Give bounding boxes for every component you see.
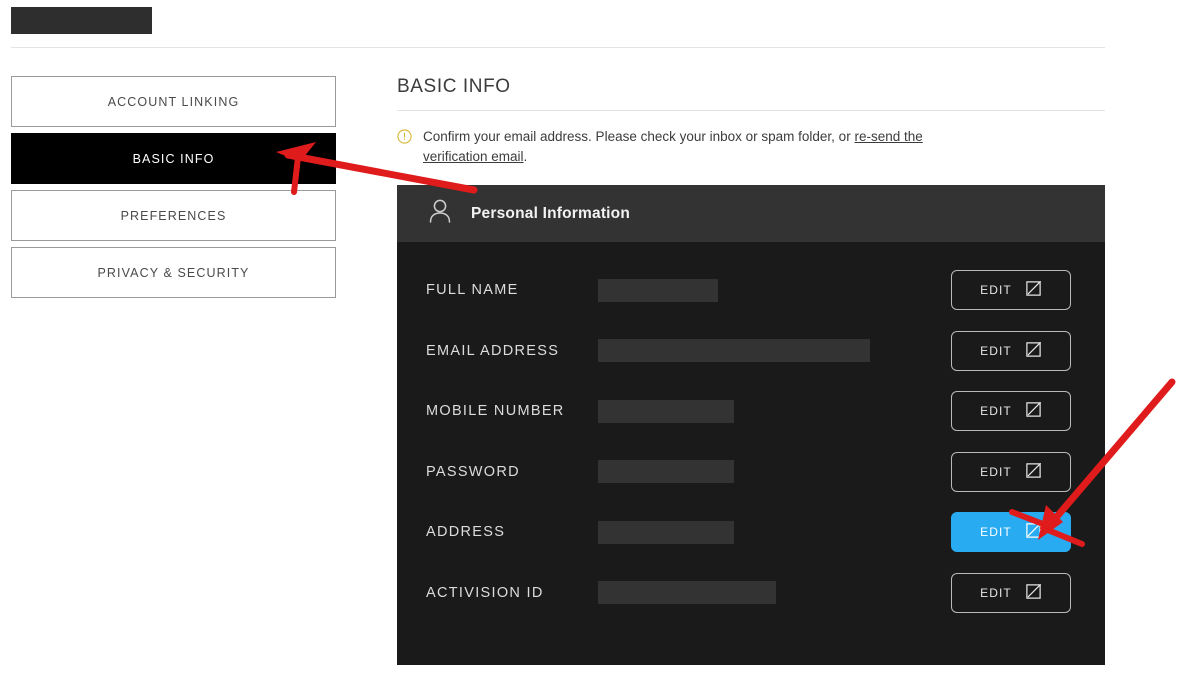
field-value-redacted xyxy=(598,399,734,423)
field-label: PASSWORD xyxy=(426,463,520,480)
field-label: ACTIVISION ID xyxy=(426,584,544,601)
sidebar-item-account-linking[interactable]: ACCOUNT LINKING xyxy=(11,76,336,127)
edit-button-mobile-number[interactable]: EDIT xyxy=(951,391,1071,432)
edit-pencil-square-icon xyxy=(1025,401,1042,421)
edit-pencil-square-icon xyxy=(1025,341,1042,361)
field-label: MOBILE NUMBER xyxy=(426,403,565,420)
field-label: ADDRESS xyxy=(426,524,506,541)
card-header-title: Personal Information xyxy=(471,204,631,222)
alert-text: Confirm your email address. Please check… xyxy=(423,127,963,167)
personal-information-card: Personal Information FULL NAME EDIT EMAI… xyxy=(397,185,1105,665)
card-body: FULL NAME EDIT EMAIL ADDRESS EDIT MOBILE… xyxy=(397,242,1105,665)
edit-button-label: EDIT xyxy=(980,404,1012,419)
field-row-mobile-number: MOBILE NUMBER EDIT xyxy=(397,381,1105,442)
top-divider xyxy=(11,47,1105,48)
edit-pencil-square-icon xyxy=(1025,280,1042,300)
sidebar-item-label: ACCOUNT LINKING xyxy=(107,94,240,109)
field-value-redacted xyxy=(598,520,734,544)
title-divider xyxy=(397,110,1105,111)
edit-button-label: EDIT xyxy=(980,585,1012,600)
field-row-activision-id: ACTIVISION ID EDIT xyxy=(397,563,1105,624)
edit-button-full-name[interactable]: EDIT xyxy=(951,270,1071,311)
alert-text-before: Confirm your email address. Please check… xyxy=(423,129,855,144)
field-value-redacted xyxy=(598,460,734,484)
field-value-redacted xyxy=(598,278,718,302)
edit-button-activision-id[interactable]: EDIT xyxy=(951,572,1071,613)
edit-button-label: EDIT xyxy=(980,464,1012,479)
top-bar xyxy=(0,0,1200,48)
sidebar-item-basic-info[interactable]: BASIC INFO xyxy=(11,133,336,184)
edit-button-label: EDIT xyxy=(980,525,1012,540)
sidebar-nav: ACCOUNT LINKING BASIC INFO PREFERENCES P… xyxy=(11,76,336,304)
sidebar-item-privacy-security[interactable]: PRIVACY & SECURITY xyxy=(11,247,336,298)
alert-text-after: . xyxy=(523,149,528,164)
page-title: BASIC INFO xyxy=(397,76,511,97)
warning-circle-icon xyxy=(397,129,412,149)
edit-pencil-square-icon xyxy=(1025,583,1042,603)
edit-button-email-address[interactable]: EDIT xyxy=(951,330,1071,371)
card-header: Personal Information xyxy=(397,185,1105,242)
field-label: FULL NAME xyxy=(426,282,519,299)
field-row-password: PASSWORD EDIT xyxy=(397,442,1105,503)
edit-pencil-square-icon xyxy=(1025,462,1042,482)
sidebar-item-label: PREFERENCES xyxy=(120,208,227,223)
edit-button-password[interactable]: EDIT xyxy=(951,451,1071,492)
sidebar-item-label: BASIC INFO xyxy=(132,151,215,166)
person-icon xyxy=(425,196,455,231)
field-row-address: ADDRESS EDIT xyxy=(397,502,1105,563)
field-value-redacted xyxy=(598,581,776,605)
edit-button-address[interactable]: EDIT xyxy=(951,512,1071,553)
main-content: BASIC INFO Confirm your email address. P… xyxy=(397,76,1105,665)
field-value-redacted xyxy=(598,339,870,363)
sidebar-item-label: PRIVACY & SECURITY xyxy=(97,265,250,280)
edit-pencil-square-icon xyxy=(1025,522,1042,542)
field-row-email-address: EMAIL ADDRESS EDIT xyxy=(397,321,1105,382)
edit-button-label: EDIT xyxy=(980,283,1012,298)
edit-button-label: EDIT xyxy=(980,343,1012,358)
email-verification-alert: Confirm your email address. Please check… xyxy=(397,127,1105,167)
logo-redacted xyxy=(11,7,152,34)
field-row-full-name: FULL NAME EDIT xyxy=(397,260,1105,321)
field-label: EMAIL ADDRESS xyxy=(426,342,560,359)
sidebar-item-preferences[interactable]: PREFERENCES xyxy=(11,190,336,241)
